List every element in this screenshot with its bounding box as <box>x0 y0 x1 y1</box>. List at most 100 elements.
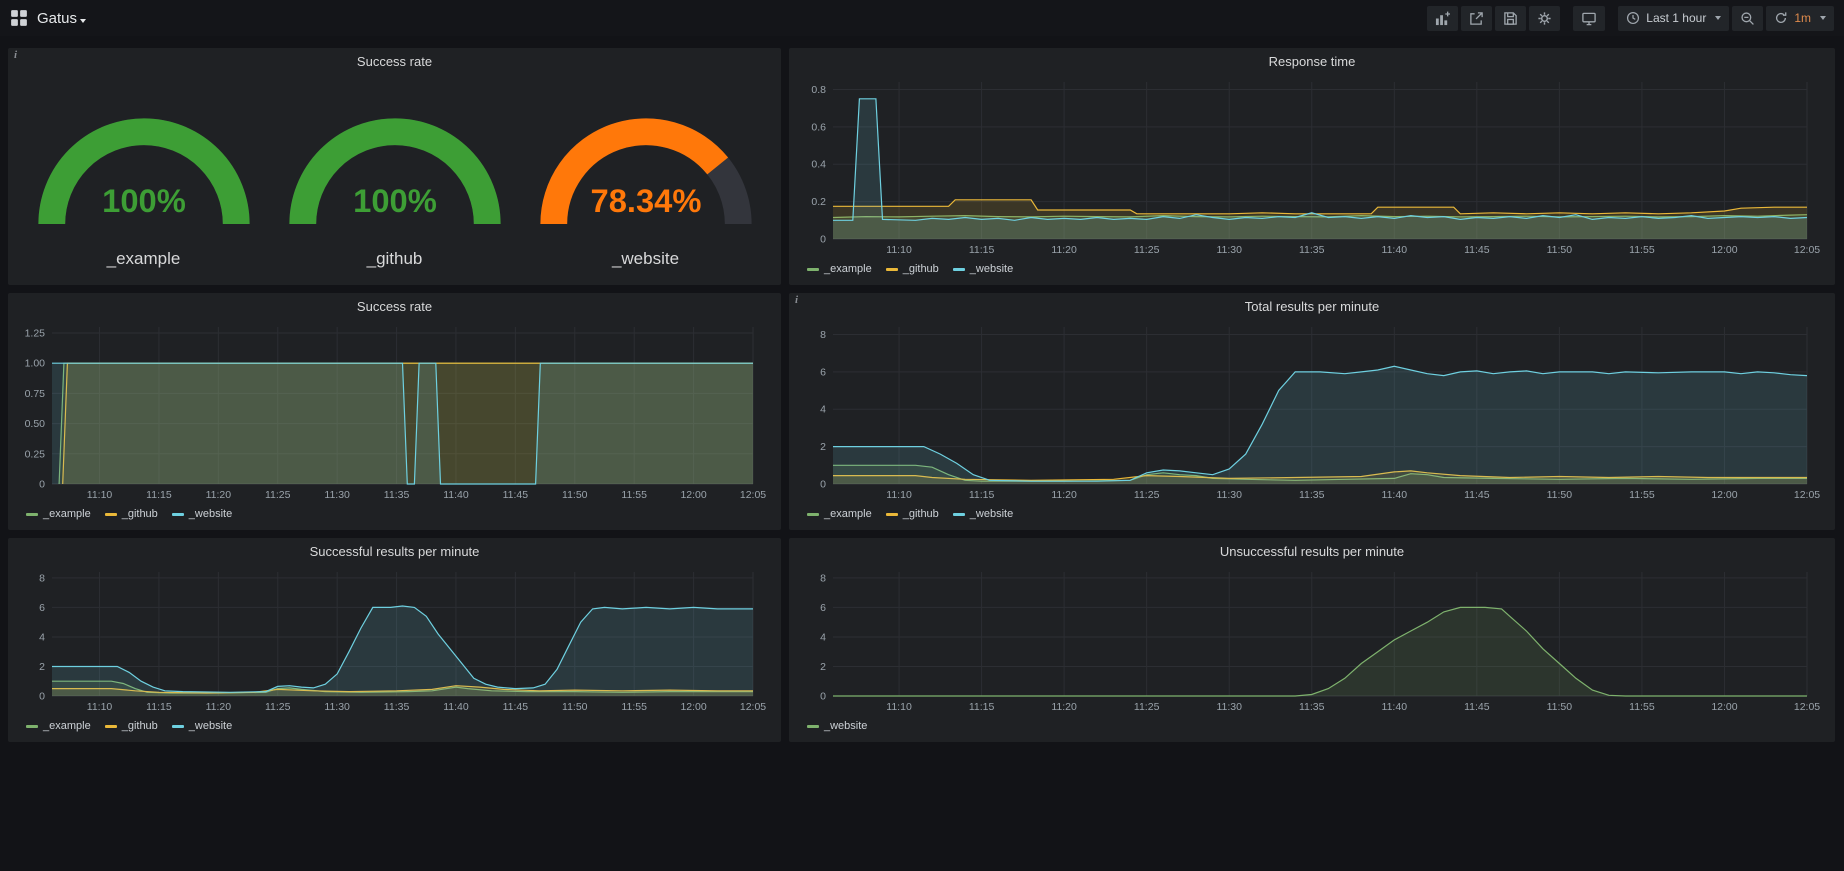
legend-item-website[interactable]: _website <box>172 508 232 520</box>
panel-title[interactable]: Unsuccessful results per minute <box>799 542 1825 564</box>
legend-item-website[interactable]: _website <box>807 720 867 732</box>
svg-text:2: 2 <box>820 441 826 453</box>
legend-item-github[interactable]: _github <box>886 508 939 520</box>
zoom-out-button[interactable] <box>1732 6 1763 31</box>
svg-text:0: 0 <box>820 234 826 246</box>
legend-item-github[interactable]: _github <box>105 720 158 732</box>
unsuccessful-results-chart[interactable]: 0246811:1011:1511:2011:2511:3011:3511:40… <box>799 564 1825 716</box>
svg-text:12:05: 12:05 <box>1794 489 1820 501</box>
panel-info-icon[interactable]: i <box>795 294 798 306</box>
chart-legend: _example _github _website <box>18 504 771 524</box>
svg-text:0: 0 <box>820 479 826 491</box>
gauge-arc-example: 100% <box>21 85 267 247</box>
panel-title[interactable]: Success rate <box>18 297 771 319</box>
svg-text:11:30: 11:30 <box>1216 489 1242 501</box>
clock-icon <box>1626 11 1640 25</box>
settings-button[interactable] <box>1529 6 1560 31</box>
panel-title[interactable]: Success rate <box>18 52 771 74</box>
svg-text:11:35: 11:35 <box>384 489 410 501</box>
dashboards-grid-icon[interactable] <box>10 9 28 27</box>
legend-label: _website <box>189 720 232 732</box>
svg-text:0: 0 <box>39 479 45 491</box>
dashboard-title-text: Gatus <box>37 10 77 27</box>
svg-text:1.25: 1.25 <box>25 328 46 340</box>
legend-color-chip <box>886 268 898 271</box>
save-icon <box>1503 11 1518 26</box>
navbar: Gatus Last 1 hour 1m <box>0 0 1844 36</box>
svg-text:0.50: 0.50 <box>25 418 46 430</box>
legend-item-website[interactable]: _website <box>953 263 1013 275</box>
gauge-label-example: _example <box>21 249 267 269</box>
gauge-github: 100% _github <box>272 85 518 269</box>
svg-text:11:45: 11:45 <box>1464 489 1490 501</box>
add-panel-button[interactable] <box>1427 6 1458 31</box>
svg-text:100%: 100% <box>102 182 186 219</box>
svg-text:11:35: 11:35 <box>384 701 410 713</box>
svg-text:11:40: 11:40 <box>443 701 469 713</box>
svg-text:11:15: 11:15 <box>969 489 995 501</box>
legend-item-example[interactable]: _example <box>807 508 872 520</box>
legend-item-example[interactable]: _example <box>26 720 91 732</box>
kiosk-mode-button[interactable] <box>1573 6 1605 31</box>
svg-text:11:25: 11:25 <box>265 489 291 501</box>
svg-text:11:20: 11:20 <box>206 489 232 501</box>
time-range-button[interactable]: Last 1 hour <box>1618 6 1729 31</box>
svg-text:11:10: 11:10 <box>87 489 113 501</box>
svg-text:0.6: 0.6 <box>811 121 826 133</box>
save-button[interactable] <box>1495 6 1526 31</box>
panel-success-rate-timeseries: Success rate 00.250.500.751.001.2511:101… <box>8 293 781 530</box>
svg-text:0.8: 0.8 <box>811 84 826 96</box>
share-button[interactable] <box>1461 6 1492 31</box>
panel-title[interactable]: Total results per minute <box>799 297 1825 319</box>
svg-text:1.00: 1.00 <box>25 358 46 370</box>
panel-title[interactable]: Successful results per minute <box>18 542 771 564</box>
svg-text:11:10: 11:10 <box>886 489 912 501</box>
svg-text:11:20: 11:20 <box>206 701 232 713</box>
svg-text:0.4: 0.4 <box>811 159 826 171</box>
legend-item-github[interactable]: _github <box>886 263 939 275</box>
dashboard-title[interactable]: Gatus <box>37 10 86 27</box>
gear-icon <box>1537 11 1552 26</box>
gauge-arc-github: 100% <box>272 85 518 247</box>
legend-label: _website <box>189 508 232 520</box>
svg-text:11:15: 11:15 <box>146 701 172 713</box>
legend-color-chip <box>105 725 117 728</box>
svg-text:0.25: 0.25 <box>25 448 46 460</box>
refresh-button[interactable]: 1m <box>1766 6 1834 31</box>
svg-text:11:20: 11:20 <box>1051 489 1077 501</box>
svg-text:2: 2 <box>39 661 45 673</box>
total-results-chart[interactable]: 0246811:1011:1511:2011:2511:3011:3511:40… <box>799 319 1825 504</box>
svg-text:11:45: 11:45 <box>1464 244 1490 256</box>
svg-text:12:00: 12:00 <box>1711 489 1737 501</box>
svg-text:11:30: 11:30 <box>1216 244 1242 256</box>
svg-text:11:45: 11:45 <box>503 701 529 713</box>
svg-text:11:50: 11:50 <box>1547 244 1573 256</box>
success-rate-chart[interactable]: 00.250.500.751.001.2511:1011:1511:2011:2… <box>18 319 771 504</box>
svg-text:11:40: 11:40 <box>1382 244 1408 256</box>
legend-item-website[interactable]: _website <box>172 720 232 732</box>
response-time-chart[interactable]: 00.20.40.60.811:1011:1511:2011:2511:3011… <box>799 74 1825 259</box>
panel-successful-results: Successful results per minute 0246811:10… <box>8 538 781 742</box>
svg-text:11:25: 11:25 <box>1134 244 1160 256</box>
panel-info-icon[interactable]: i <box>14 49 17 61</box>
svg-text:11:25: 11:25 <box>1134 489 1160 501</box>
legend-item-example[interactable]: _example <box>807 263 872 275</box>
panel-title[interactable]: Response time <box>799 52 1825 74</box>
legend-item-github[interactable]: _github <box>105 508 158 520</box>
svg-text:11:45: 11:45 <box>1464 701 1490 713</box>
svg-text:8: 8 <box>820 329 826 341</box>
svg-text:11:25: 11:25 <box>265 701 291 713</box>
refresh-icon <box>1774 11 1788 25</box>
svg-text:11:20: 11:20 <box>1051 244 1077 256</box>
legend-label: _example <box>43 720 91 732</box>
svg-text:11:50: 11:50 <box>1547 489 1573 501</box>
successful-results-chart[interactable]: 0246811:1011:1511:2011:2511:3011:3511:40… <box>18 564 771 716</box>
legend-color-chip <box>807 725 819 728</box>
svg-text:6: 6 <box>820 366 826 378</box>
legend-item-example[interactable]: _example <box>26 508 91 520</box>
svg-text:8: 8 <box>39 572 45 584</box>
svg-text:12:05: 12:05 <box>1794 244 1820 256</box>
legend-item-website[interactable]: _website <box>953 508 1013 520</box>
legend-label: _website <box>970 508 1013 520</box>
legend-label: _github <box>122 508 158 520</box>
